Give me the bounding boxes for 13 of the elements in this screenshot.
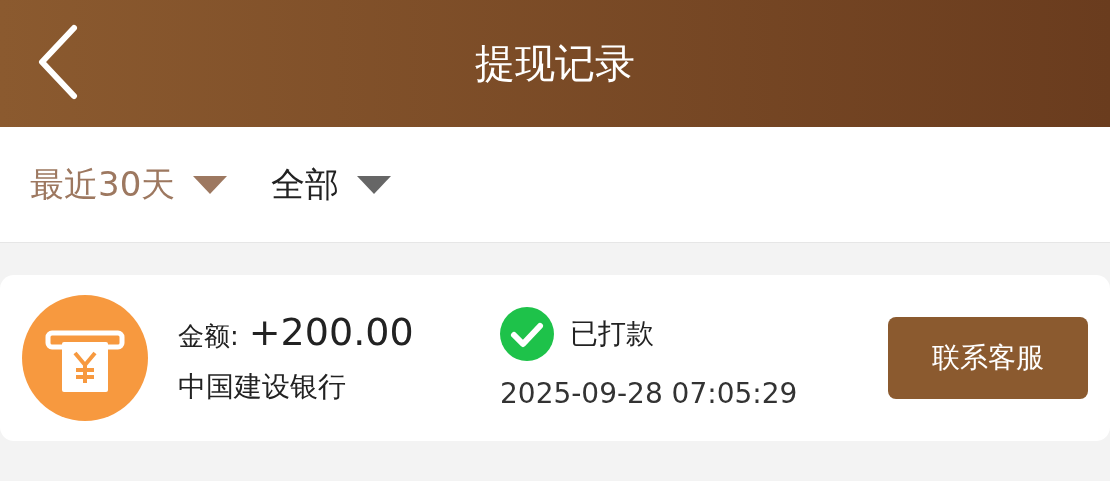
- amount-value: +200.00: [248, 310, 414, 354]
- contact-support-button[interactable]: 联系客服: [888, 317, 1088, 399]
- dropdown-triangle-icon: [357, 175, 392, 194]
- timestamp: 2025-09-28 07:05:29: [500, 376, 799, 410]
- amount-label: 金额:: [178, 320, 239, 353]
- page-title: 提现记录: [475, 39, 635, 88]
- back-icon[interactable]: [38, 24, 78, 100]
- bank-name: 中国建设银行: [178, 369, 347, 405]
- filter-dropdown[interactable]: 全部: [271, 161, 392, 208]
- dropdown-triangle-icon: [193, 175, 228, 194]
- filter-dropdown[interactable]: 最近30天: [30, 161, 228, 208]
- status-text: 已打款: [570, 315, 654, 352]
- withdraw-icon: [22, 295, 148, 421]
